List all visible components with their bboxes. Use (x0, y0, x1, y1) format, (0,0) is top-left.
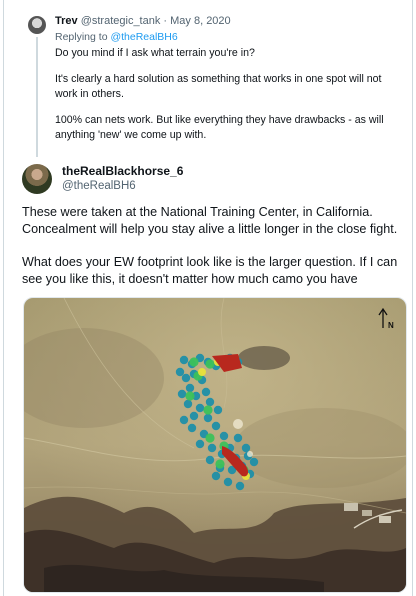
tweet-paragraph: These were taken at the National Trainin… (22, 205, 398, 236)
tweet-text: These were taken at the National Trainin… (22, 204, 407, 304)
replying-to: Replying to @theRealBH6 (55, 31, 178, 43)
tweet-paragraph: What does your EW footprint look like is… (22, 255, 398, 286)
parent-author-meta: @strategic_tank · May 8, 2020 (80, 15, 231, 27)
dark-ridge (238, 346, 290, 370)
author-name[interactable]: theRealBlackhorse_6 (62, 164, 183, 178)
trev-avatar[interactable] (28, 16, 46, 34)
parent-tweet-header: Trev @strategic_tank · May 8, 2020 (55, 15, 231, 27)
satellite-image: N (24, 298, 406, 592)
parent-paragraph: 100% can nets work. But like everything … (55, 114, 384, 141)
parent-paragraph: Do you mind if I ask what terrain you're… (55, 47, 255, 59)
parent-paragraph: It's clearly a hard solution as somethin… (55, 73, 382, 100)
author-handle[interactable]: @theRealBH6 (62, 180, 136, 192)
satellite-photo[interactable]: N (23, 297, 407, 593)
north-label: N (388, 321, 394, 330)
tweet-card: Trev @strategic_tank · May 8, 2020 Reply… (3, 0, 413, 596)
replying-to-mention[interactable]: @theRealBH6 (110, 31, 177, 43)
parent-tweet-text: Do you mind if I ask what terrain you're… (55, 46, 405, 154)
thread-line (36, 37, 38, 157)
replying-to-prefix: Replying to (55, 31, 108, 43)
parent-author-name[interactable]: Trev (55, 15, 78, 27)
blackhorse-avatar[interactable] (22, 164, 52, 194)
